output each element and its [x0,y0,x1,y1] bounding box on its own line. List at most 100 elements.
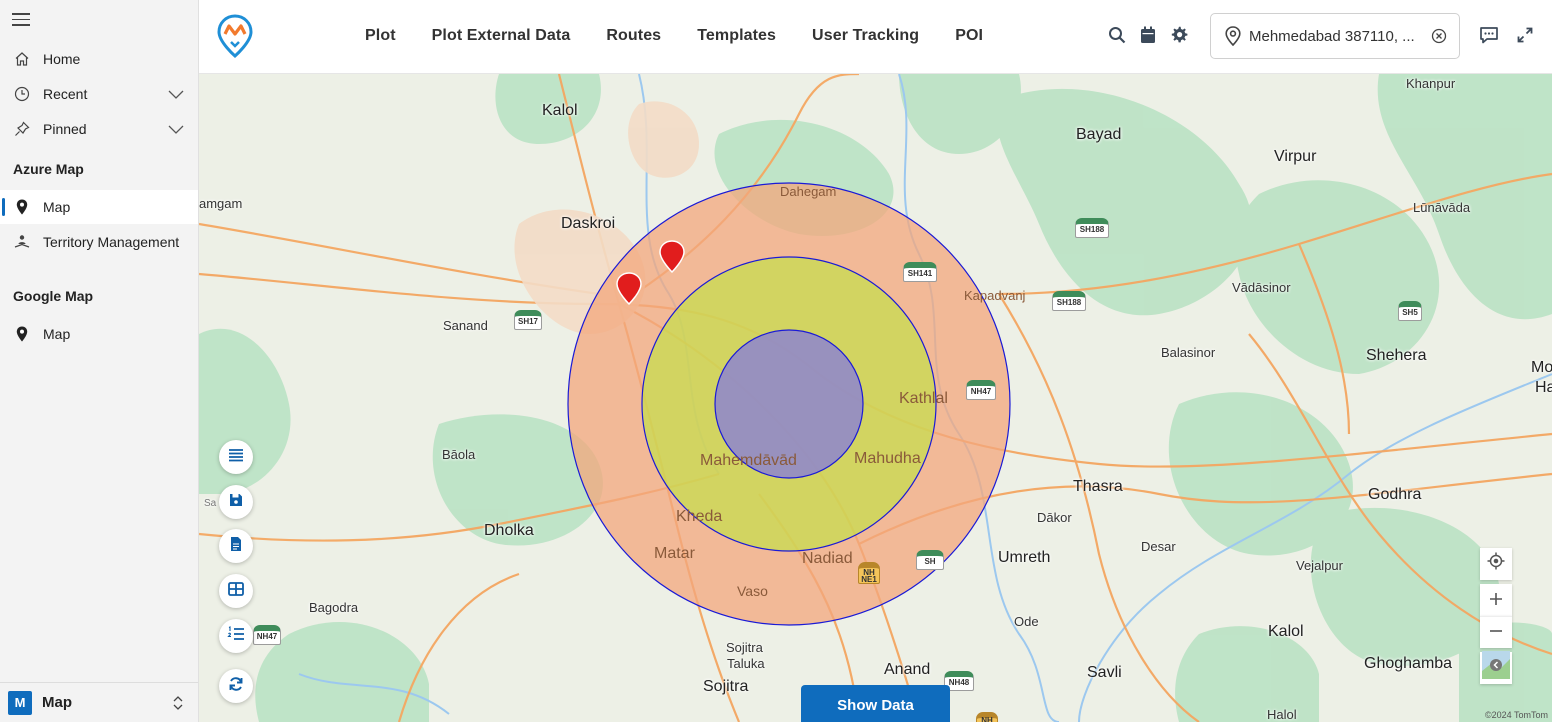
map-label-khanpur: Khanpur [1406,76,1456,91]
nav-poi[interactable]: POI [955,27,983,45]
area-label: Map [42,694,72,711]
road-shield: NH NE1 [858,562,880,584]
territory-icon [12,234,32,250]
calendar-icon[interactable] [1137,24,1159,46]
chevron-up-down-icon[interactable] [172,695,184,716]
location-pin-icon [1225,26,1241,46]
zoom-out-button[interactable] [1480,616,1512,648]
sidebar-item-label: Map [43,199,71,215]
road-shield: NH47 [966,380,996,400]
location-search-box [1210,13,1460,59]
numbered-list-button[interactable] [219,619,253,653]
road-shield: NH47 [253,625,281,645]
sidebar-item-azure-map[interactable]: Map [0,190,198,224]
map-label-vejalpur: Vejalpur [1296,558,1343,573]
map-label-vaso: Vaso [737,583,768,599]
chat-icon[interactable] [1478,24,1500,46]
map-label-ode: Ode [1014,614,1039,629]
table-icon [228,581,244,601]
map-label-kathlal: Kathlal [899,390,948,407]
area-switcher[interactable]: M Map [0,682,198,722]
map-label-kalol-2: Kalol [1268,623,1304,640]
app-logo[interactable] [217,14,253,58]
sidebar: Home Recent Pinned Azure Map Map Territo… [0,0,199,722]
zoom-in-button[interactable] [1480,584,1512,616]
nav-templates[interactable]: Templates [697,27,776,45]
road-shield: SH188 [1075,218,1109,238]
list-icon [228,448,244,467]
expand-icon[interactable] [1514,24,1536,46]
map-label-daskroi: Daskroi [561,215,616,232]
sidebar-item-pinned[interactable]: Pinned [0,112,198,146]
table-view-button[interactable] [219,574,253,608]
map-label-amgam: amgam [199,196,243,211]
list-view-button[interactable] [219,440,253,474]
document-button[interactable] [219,529,253,563]
chevron-down-icon[interactable] [168,87,184,103]
map-attribution: ©2024 TomTom [1485,710,1548,720]
sidebar-item-recent[interactable]: Recent [0,77,198,111]
map-label-vadasinor: Vādāsinor [1232,280,1291,295]
map-label-balasinor: Balasinor [1161,345,1216,360]
map-label-bagodra: Bagodra [309,600,359,615]
map-label-sojitra-2: Sojitra [703,678,749,695]
map-label-halol: Halol [1267,707,1297,722]
road-shield: SH141 [903,262,937,282]
map-label-dakor: Dākor [1037,510,1072,525]
road-shield: NH [976,712,998,722]
sidebar-item-label: Home [43,51,81,67]
plus-icon [1489,589,1503,612]
sidebar-item-label: Pinned [43,121,87,137]
location-input[interactable] [1249,27,1415,45]
save-button[interactable] [219,485,253,519]
map-style-button[interactable] [1480,651,1512,685]
map-label-godhra: Godhra [1368,486,1422,503]
map-label-matar: Matar [654,545,695,562]
map-style-icon [1482,651,1510,685]
top-bar: Plot Plot External Data Routes Templates… [199,0,1552,74]
road-shield: SH188 [1052,291,1086,311]
clock-icon [12,86,32,102]
refresh-button[interactable] [219,669,253,703]
area-badge: M [8,690,32,715]
hamburger-menu-icon[interactable] [12,13,30,27]
nav-routes[interactable]: Routes [606,27,661,45]
map-pin-icon [12,199,32,215]
sidebar-item-google-map[interactable]: Map [0,317,198,351]
sidebar-item-territory-management[interactable]: Territory Management [0,225,198,259]
map-label-dahegam: Dahegam [780,184,837,199]
map-label-kheda: Kheda [676,508,723,525]
sidebar-item-label: Territory Management [43,234,180,250]
section-title-azure-map: Azure Map [13,161,84,177]
map-label-desar: Desar [1141,539,1176,554]
map-label-kapadvanj: Kapadvanj [964,288,1026,303]
map-label-taluka: Taluka [727,656,765,671]
chevron-down-icon[interactable] [168,122,184,138]
show-data-button[interactable]: Show Data [801,685,950,722]
map-basemap [199,74,1552,722]
pin-icon [12,121,32,137]
search-icon[interactable] [1106,24,1128,46]
clear-icon[interactable] [1431,28,1447,49]
sidebar-item-home[interactable]: Home [0,42,198,76]
map-label-mahemdavad: Mahemdāvād [700,452,797,469]
map-label-umreth: Umreth [998,549,1051,566]
my-location-button[interactable] [1480,548,1512,580]
map-canvas[interactable]: Kalol Bayad Khanpur Virpur Dahegam Lūnāv… [199,74,1552,722]
map-label-lunavada: Lūnāvāda [1413,200,1471,215]
sidebar-item-label: Map [43,326,71,342]
nav-plot[interactable]: Plot [365,27,396,45]
map-label-sa: Sa [204,498,217,509]
road-shield: SH5 [1398,301,1422,321]
map-pin-icon [12,326,32,342]
section-title-google-map: Google Map [13,288,94,304]
map-label-anand: Anand [884,661,931,678]
nav-plot-external-data[interactable]: Plot External Data [432,27,571,45]
map-label-dholka: Dholka [484,522,534,539]
map-label-mahudha: Mahudha [854,450,921,467]
map-label-savli: Savli [1087,664,1122,681]
nav-user-tracking[interactable]: User Tracking [812,27,919,45]
map-label-sanand: Sanand [443,318,488,333]
map-label-kalol: Kalol [542,102,578,119]
gear-icon[interactable] [1168,24,1190,46]
